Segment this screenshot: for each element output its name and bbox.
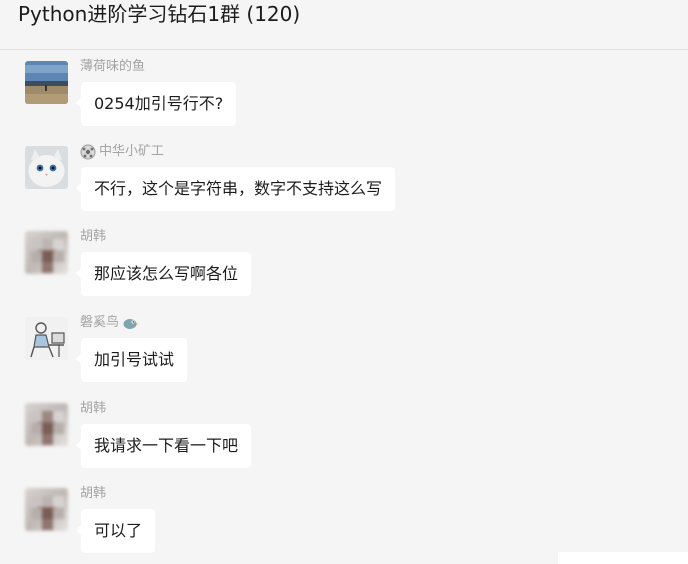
avatar[interactable]	[25, 231, 68, 274]
chat-header: Python进阶学习钻石1群 (120)	[0, 0, 688, 50]
message-text: 那应该怎么写啊各位	[94, 264, 239, 283]
message-bubble[interactable]: 0254加引号行不?	[75, 82, 237, 126]
sender-name: 中华小矿工	[80, 144, 164, 160]
message-text: 0254加引号行不?	[94, 94, 224, 113]
avatar[interactable]	[25, 403, 68, 446]
message-bubble[interactable]: 不行，这个是字符串，数字不支持这么写	[75, 167, 396, 211]
chat-title[interactable]: Python进阶学习钻石1群 (120)	[18, 1, 300, 27]
sender-name: 胡韩	[80, 229, 107, 244]
message-text: 不行，这个是字符串，数字不支持这么写	[94, 179, 383, 198]
avatar[interactable]	[25, 488, 68, 531]
beach-landscape-avatar-icon	[25, 61, 68, 104]
message-bubble[interactable]: 我请求一下看一下吧	[75, 424, 252, 468]
message-text: 加引号试试	[94, 350, 175, 369]
sender-name: 薄荷味的鱼	[80, 59, 146, 74]
sender-name: 胡韩	[80, 401, 107, 416]
bird-icon	[123, 319, 139, 329]
message-bubble[interactable]: 加引号试试	[75, 338, 188, 382]
message-bubble[interactable]: 可以了	[75, 509, 156, 553]
ball-icon	[80, 144, 96, 160]
message-text: 可以了	[94, 521, 143, 540]
chat-window: { "header": { "title": "Python进阶学习钻石1群 (…	[0, 0, 688, 564]
message-text: 我请求一下看一下吧	[94, 436, 239, 455]
bottom-white-panel	[558, 552, 688, 564]
message-bubble[interactable]: 那应该怎么写啊各位	[75, 252, 252, 296]
sketch-person-avatar-icon	[25, 317, 68, 360]
white-cat-avatar-icon	[25, 146, 68, 189]
avatar[interactable]	[25, 317, 68, 360]
sender-name: 胡韩	[80, 486, 107, 501]
sender-name: 磐奚鸟	[80, 315, 139, 331]
avatar[interactable]	[25, 146, 68, 189]
avatar[interactable]	[25, 61, 68, 104]
